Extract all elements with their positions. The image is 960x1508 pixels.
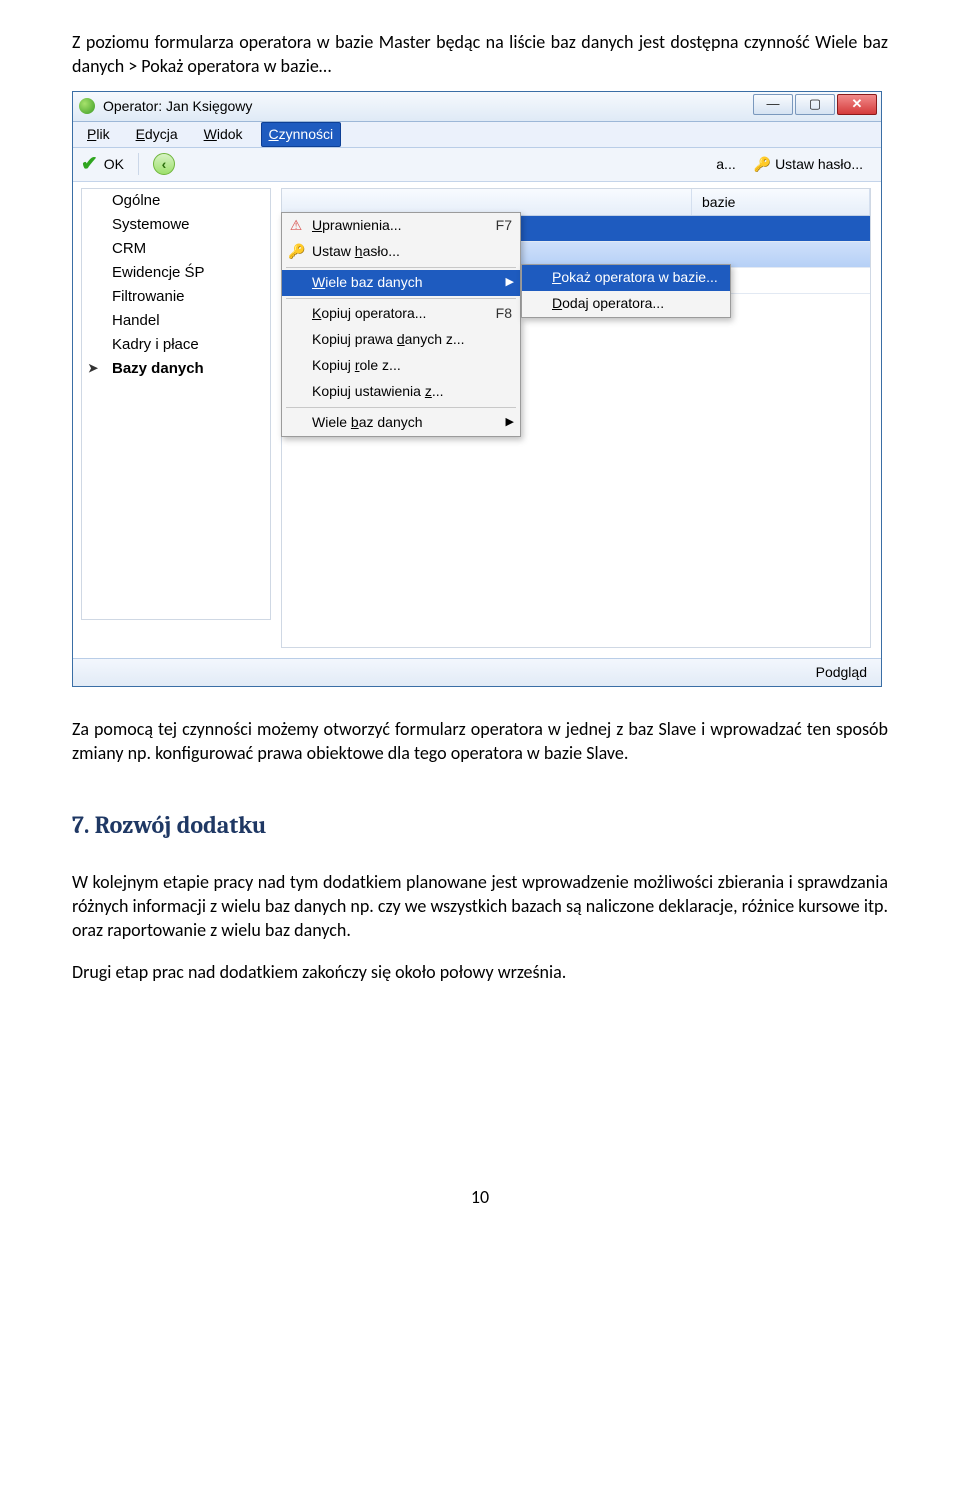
ok-label: OK	[104, 155, 124, 174]
check-icon: ✔	[81, 151, 98, 178]
paragraph-2: Za pomocą tej czynności możemy otworzyć …	[72, 717, 888, 766]
toolbar: ✔ OK ‹ a... 🔑 Ustaw hasło...	[73, 148, 881, 182]
col-bazie: bazie	[692, 189, 870, 216]
minimize-button[interactable]: —	[753, 94, 793, 115]
sidebar-item-bazy-danych[interactable]: Bazy danych	[82, 357, 270, 381]
menu-plik[interactable]: Plik	[79, 122, 118, 147]
submenu-dodaj-operatora[interactable]: Dodaj operatora...	[522, 291, 730, 317]
back-button[interactable]: ‹	[153, 153, 175, 175]
warning-icon: ⚠	[288, 216, 304, 235]
menu-wiele-baz-danych[interactable]: Wiele baz danych ▶	[282, 270, 520, 296]
menu-kopiuj-ustawienia[interactable]: Kopiuj ustawienia z...	[282, 379, 520, 405]
key-icon: 🔑	[288, 242, 304, 261]
shortcut: F8	[496, 304, 512, 323]
key-icon: 🔑	[754, 156, 771, 172]
maximize-button[interactable]: ▢	[795, 94, 835, 115]
heading-7: 7. Rozwój dodatku	[72, 809, 888, 841]
main-pane: Ogólne Systemowe CRM Ewidencje ŚP Filtro…	[73, 182, 881, 686]
menu-kopiuj-role[interactable]: Kopiuj role z...	[282, 353, 520, 379]
statusbar: Podgląd	[73, 658, 881, 686]
menu-ustaw-haslo[interactable]: 🔑 Ustaw hasło...	[282, 239, 520, 265]
shortcut: F7	[496, 216, 512, 235]
page-number: 10	[72, 1185, 888, 1209]
czynnosci-dropdown: ⚠ Uprawnienia... F7 🔑 Ustaw hasło... Wie…	[281, 212, 521, 437]
window-title: Operator: Jan Księgowy	[103, 97, 252, 116]
toolbar-truncated-text: a...	[716, 155, 735, 174]
sidebar-item-kadry[interactable]: Kadry i płace	[82, 333, 270, 357]
status-text: Podgląd	[816, 663, 867, 682]
paragraph-3: W kolejnym etapie pracy nad tym dodatkie…	[72, 870, 888, 943]
sidebar: Ogólne Systemowe CRM Ewidencje ŚP Filtro…	[81, 188, 271, 620]
menu-czynnosci[interactable]: Czynności	[261, 122, 342, 147]
menu-wiele-baz-danych-2[interactable]: Wiele baz danych ▶	[282, 410, 520, 436]
sidebar-item-ogolne[interactable]: Ogólne	[82, 189, 270, 213]
submenu-pokaz-operatora[interactable]: Pokaż operatora w bazie...	[522, 265, 730, 291]
menu-widok[interactable]: Widok	[196, 122, 251, 147]
operator-window: Operator: Jan Księgowy — ▢ ✕ Plik Edycja…	[72, 91, 882, 687]
menu-uprawnienia[interactable]: ⚠ Uprawnienia... F7	[282, 213, 520, 239]
sidebar-item-handel[interactable]: Handel	[82, 309, 270, 333]
paragraph-1: Z poziomu formularza operatora w bazie M…	[72, 30, 888, 79]
arrow-right-icon: ▶	[506, 415, 514, 430]
menu-kopiuj-operatora[interactable]: Kopiuj operatora... F8	[282, 301, 520, 327]
close-button[interactable]: ✕	[837, 94, 877, 115]
menubar: Plik Edycja Widok Czynności	[73, 122, 881, 148]
ok-button[interactable]: ✔ OK	[81, 151, 124, 178]
sidebar-item-systemowe[interactable]: Systemowe	[82, 213, 270, 237]
sidebar-item-crm[interactable]: CRM	[82, 237, 270, 261]
sidebar-item-filtrowanie[interactable]: Filtrowanie	[82, 285, 270, 309]
menu-kopiuj-prawa[interactable]: Kopiuj prawa danych z...	[282, 327, 520, 353]
app-icon	[79, 98, 95, 114]
arrow-right-icon: ▶	[506, 275, 514, 290]
titlebar: Operator: Jan Księgowy — ▢ ✕	[73, 92, 881, 122]
wiele-baz-submenu: Pokaż operatora w bazie... Dodaj operato…	[521, 264, 731, 318]
sidebar-item-ewidencje[interactable]: Ewidencje ŚP	[82, 261, 270, 285]
toolbar-ustaw-haslo[interactable]: 🔑 Ustaw hasło...	[754, 155, 863, 174]
menu-edycja[interactable]: Edycja	[128, 122, 186, 147]
paragraph-4: Drugi etap prac nad dodatkiem zakończy s…	[72, 960, 888, 984]
